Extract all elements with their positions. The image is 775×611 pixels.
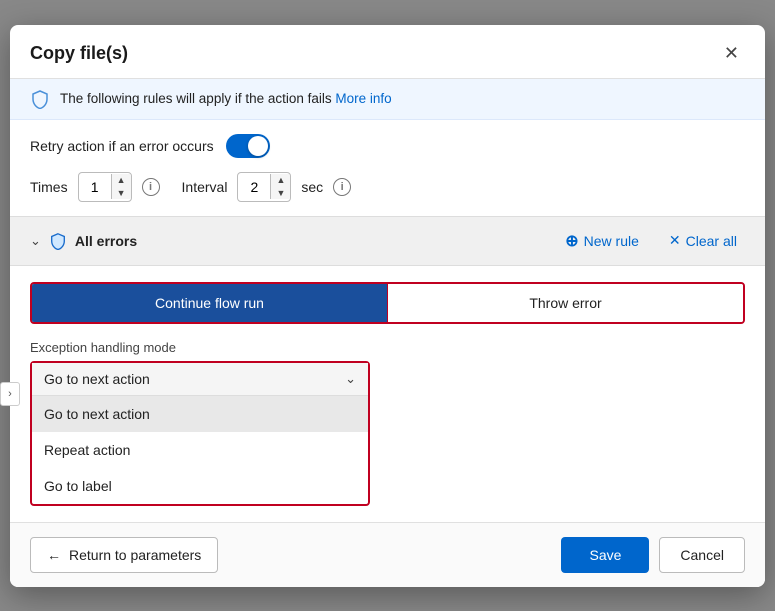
clear-all-button[interactable]: ✕ Clear all — [661, 228, 745, 253]
section-shield-icon — [49, 232, 67, 250]
section-right: ⊕ New rule ✕ Clear all — [557, 227, 745, 255]
return-to-parameters-button[interactable]: ← Return to parameters — [30, 537, 218, 573]
interval-down[interactable]: ▼ — [271, 187, 290, 200]
dropdown-item-go-to-next[interactable]: Go to next action — [32, 396, 368, 432]
save-button[interactable]: Save — [561, 537, 649, 573]
times-info-icon: i — [142, 178, 160, 196]
more-info-link[interactable]: More info — [335, 91, 391, 106]
times-label: Times — [30, 179, 68, 195]
interval-label: Interval — [182, 179, 228, 195]
interval-info-icon: i — [333, 178, 351, 196]
interval-spinner[interactable]: ▲ ▼ — [237, 172, 291, 202]
times-up[interactable]: ▲ — [112, 174, 131, 187]
interval-up[interactable]: ▲ — [271, 174, 290, 187]
new-rule-label: New rule — [584, 233, 639, 249]
exception-dropdown[interactable]: Go to next action ⌄ Go to next action Re… — [30, 361, 370, 506]
banner-text: The following rules will apply if the ac… — [60, 91, 392, 106]
dialog: Copy file(s) ✕ The following rules will … — [10, 25, 765, 587]
x-icon: ✕ — [669, 232, 681, 249]
tab-group: Continue flow run Throw error — [30, 282, 745, 324]
info-banner: The following rules will apply if the ac… — [10, 79, 765, 120]
sec-label: sec — [301, 179, 323, 195]
shield-icon — [30, 89, 50, 109]
collapse-arrow[interactable]: › — [0, 382, 20, 406]
close-button[interactable]: ✕ — [718, 41, 745, 66]
dropdown-list: Go to next action Repeat action Go to la… — [32, 395, 368, 504]
dialog-header: Copy file(s) ✕ — [10, 25, 765, 79]
plus-icon: ⊕ — [565, 231, 578, 251]
times-spinner[interactable]: ▲ ▼ — [78, 172, 132, 202]
exception-label: Exception handling mode — [30, 340, 745, 355]
return-label: Return to parameters — [69, 547, 201, 563]
section-bar: ⌄ All errors ⊕ New rule ✕ Clear all — [10, 216, 765, 266]
dialog-title: Copy file(s) — [30, 43, 128, 64]
retry-row: Retry action if an error occurs — [10, 120, 765, 172]
continue-flow-tab[interactable]: Continue flow run — [32, 284, 387, 322]
dialog-footer: ← Return to parameters Save Cancel — [10, 522, 765, 587]
retry-toggle[interactable] — [226, 134, 270, 158]
new-rule-button[interactable]: ⊕ New rule — [557, 227, 647, 255]
cancel-button[interactable]: Cancel — [659, 537, 745, 573]
times-value[interactable] — [79, 179, 111, 195]
section-title: All errors — [75, 233, 137, 249]
section-left: ⌄ All errors — [30, 232, 137, 250]
retry-label: Retry action if an error occurs — [30, 138, 214, 154]
times-row: Times ▲ ▼ i Interval ▲ ▼ sec i — [10, 172, 765, 216]
toggle-knob — [248, 136, 268, 156]
dropdown-item-repeat[interactable]: Repeat action — [32, 432, 368, 468]
chevron-down-icon: ⌄ — [345, 371, 356, 387]
dropdown-selected[interactable]: Go to next action ⌄ — [32, 363, 368, 395]
throw-error-tab[interactable]: Throw error — [388, 284, 743, 322]
clear-all-label: Clear all — [686, 233, 737, 249]
interval-arrows: ▲ ▼ — [270, 174, 290, 200]
times-down[interactable]: ▼ — [112, 187, 131, 200]
arrow-left-icon: ← — [47, 547, 61, 563]
footer-right: Save Cancel — [561, 537, 745, 573]
interval-value[interactable] — [238, 179, 270, 195]
dropdown-item-go-to-label[interactable]: Go to label — [32, 468, 368, 504]
times-arrows: ▲ ▼ — [111, 174, 131, 200]
main-content: Continue flow run Throw error Exception … — [10, 266, 765, 522]
chevron-icon[interactable]: ⌄ — [30, 233, 41, 249]
selected-value: Go to next action — [44, 371, 150, 387]
